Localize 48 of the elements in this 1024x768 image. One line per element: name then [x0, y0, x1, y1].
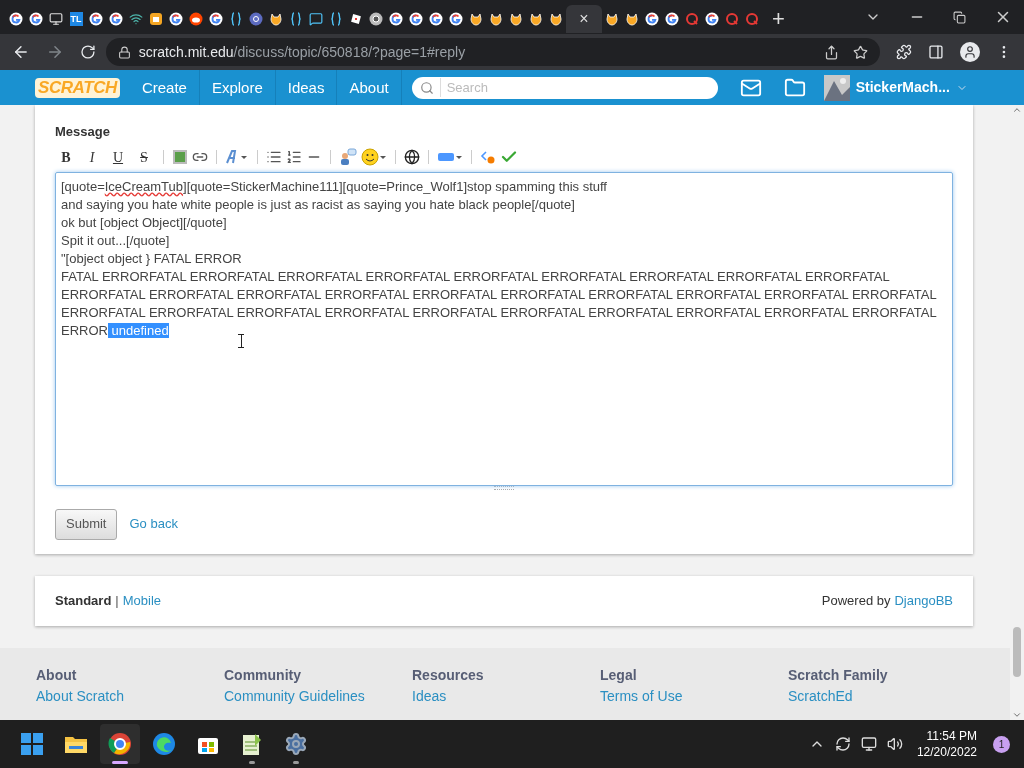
new-tab-button[interactable]: +	[772, 8, 785, 30]
message-line: ok but [object Object][/quote]	[61, 214, 227, 230]
notification-count[interactable]: 1	[993, 735, 1010, 753]
bold-button[interactable]: B	[55, 146, 77, 167]
browser-tab[interactable]: ×	[566, 5, 602, 33]
go-back-link[interactable]: Go back	[129, 514, 178, 534]
message-line: and saying you hate white people is just as racist as saying you hate black people[/quote]	[61, 196, 575, 212]
misspelled-word: IceCreamTub	[104, 178, 184, 194]
username: StickerMach...	[855, 78, 950, 97]
djangobb-link[interactable]: DjangoBB	[894, 590, 953, 611]
selected-text: undefined	[107, 322, 169, 338]
message-label: Message	[55, 123, 111, 141]
search-field[interactable]: Search	[411, 76, 718, 99]
standard-label: Standard	[55, 591, 112, 610]
message-line: ERRORFATAL ERRORFATAL ERRORFATAL ERRORFATAL ERRORFATAL ERRORFATAL ERRORFATAL ERRORFATAL ERRORFATAL ERRORFATAL	[61, 304, 937, 320]
message-line: ][quote=StickerMachine111][quote=Prince_Wolf1]stop spamming this stuff	[183, 178, 607, 194]
message-line: ERRORFATAL ERRORFATAL ERRORFATAL ERRORFATAL ERRORFATAL ERRORFATAL ERRORFATAL ERRORFATAL ERRORFATAL ERRORFATAL	[61, 286, 937, 302]
user-menu[interactable]: StickerMach...	[823, 74, 968, 101]
footer-heading: Scratch Family	[788, 665, 889, 684]
footer-heading: About	[36, 665, 78, 684]
footer-link[interactable]: ScratchEd	[788, 685, 976, 706]
footer-link[interactable]: Community Guidelines	[224, 685, 412, 706]
strike-button[interactable]: S	[133, 146, 155, 167]
submit-button[interactable]: Submit	[55, 508, 118, 540]
underline-button[interactable]: U	[107, 146, 129, 167]
url-text: scratch.mit.edu/discuss/topic/650818/?page=1#reply	[138, 42, 466, 62]
powered-by-text: Powered by	[821, 591, 891, 610]
message-line: ERROR	[61, 322, 108, 338]
footer-link[interactable]: Ideas	[412, 685, 600, 706]
footer-heading: Community	[224, 665, 302, 684]
address-bar[interactable]: scratch.mit.edu/discuss/topic/650818/?page=1#reply	[105, 38, 881, 66]
message-line: Spit it out...[/quote]	[61, 232, 170, 248]
clock-date[interactable]: 12/20/2022	[916, 744, 977, 760]
tab-close[interactable]: ×	[579, 11, 589, 27]
footer-link[interactable]: Terms of Use	[600, 685, 788, 706]
footer-heading: Legal	[600, 665, 638, 684]
footer-link[interactable]: About Scratch	[36, 685, 224, 706]
mobile-link[interactable]: Mobile	[122, 590, 162, 611]
separator-text: |	[115, 591, 119, 610]
browser-tab[interactable]: TL	[66, 5, 86, 33]
italic-button[interactable]: I	[81, 146, 103, 167]
tab-favicon-text: TL	[69, 12, 83, 26]
message-line: FATAL ERRORFATAL ERRORFATAL ERRORFATAL ERRORFATAL ERRORFATAL ERRORFATAL ERRORFATAL ERRORFATAL ERRORFATAL	[61, 268, 890, 284]
footer-heading: Resources	[412, 665, 485, 684]
clock-time[interactable]: 11:54 PM	[926, 728, 977, 744]
search-input[interactable]: Search	[439, 77, 710, 98]
message-line: "[object object } FATAL ERROR	[61, 250, 242, 266]
message-line: [quote=	[61, 178, 105, 194]
